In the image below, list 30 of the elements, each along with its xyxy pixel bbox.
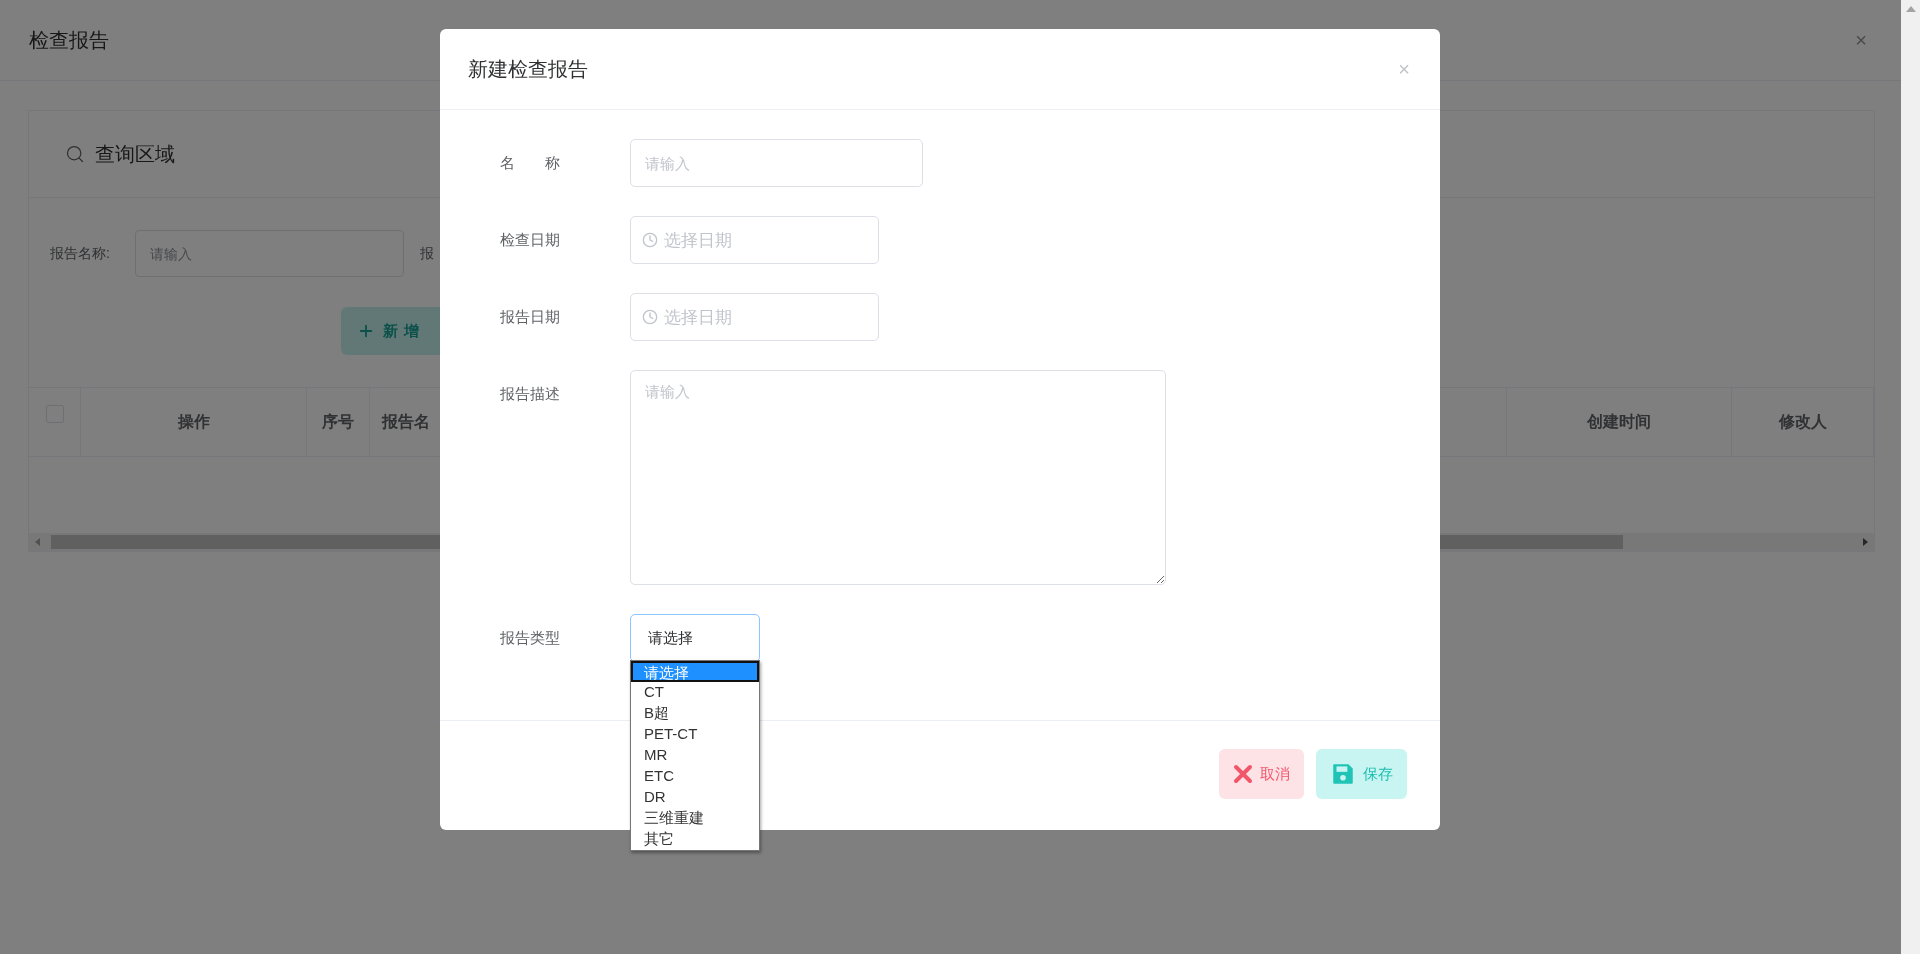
option-item[interactable]: 其它 xyxy=(631,829,759,850)
option-item[interactable]: MR xyxy=(631,745,759,766)
column-header: 创建时间 xyxy=(1507,388,1732,456)
name-input[interactable]: 请输入 xyxy=(630,139,923,187)
dialog-title: 新建检查报告 xyxy=(468,56,588,82)
card-title: 查询区域 xyxy=(95,141,175,167)
option-item[interactable]: 三维重建 xyxy=(631,808,759,829)
field-label: 报告类型 xyxy=(500,628,561,648)
close-icon xyxy=(1233,764,1253,784)
field-label: 报 xyxy=(419,244,434,263)
vertical-scrollbar[interactable] xyxy=(1901,0,1920,954)
description-textarea[interactable]: 请输入 xyxy=(630,370,1166,585)
field-label: 报告名称: xyxy=(50,244,110,263)
clock-icon xyxy=(642,309,658,325)
clock-icon xyxy=(642,232,658,248)
plus-icon xyxy=(357,322,375,340)
column-header: 修改人 xyxy=(1732,388,1874,456)
field-label: 名 称 xyxy=(500,153,561,173)
option-item[interactable]: PET-CT xyxy=(631,724,759,745)
up-arrow-icon[interactable] xyxy=(1905,6,1916,12)
page-title: 检查报告 xyxy=(29,27,109,53)
column-header: 序号 xyxy=(307,388,370,456)
search-icon xyxy=(65,144,85,164)
option-item[interactable]: CT xyxy=(631,682,759,703)
field-label: 检查日期 xyxy=(500,230,561,250)
option-item[interactable]: B超 xyxy=(631,703,759,724)
option-item[interactable]: DR xyxy=(631,787,759,808)
option-item[interactable]: ETC xyxy=(631,766,759,787)
column-header: 操作 xyxy=(81,388,307,456)
field-label: 报告日期 xyxy=(500,307,561,327)
